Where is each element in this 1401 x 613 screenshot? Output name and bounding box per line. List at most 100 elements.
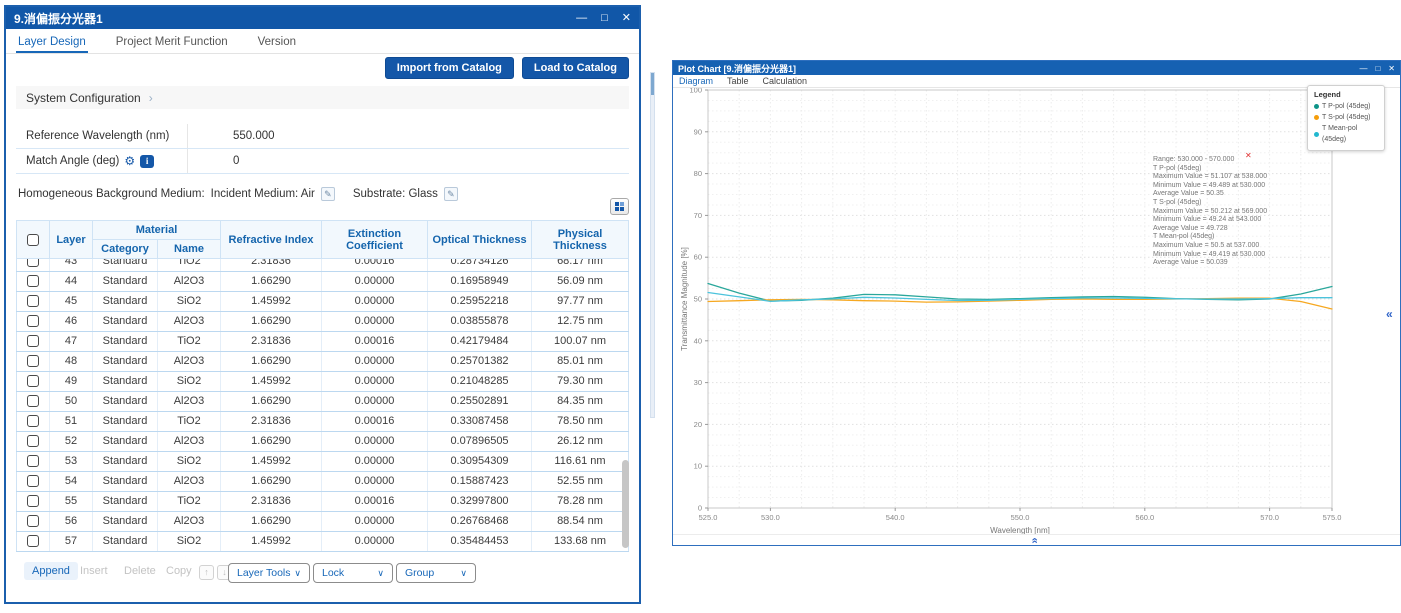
table-cell[interactable]: 78.50 nm: [531, 411, 629, 432]
table-row[interactable]: 53 Standard SiO2 1.45992 0.00000 0.30954309 11…: [16, 451, 629, 472]
table-cell[interactable]: 85.01 nm: [531, 351, 629, 372]
table-cell[interactable]: Standard: [92, 451, 158, 472]
table-cell[interactable]: 0.00000: [321, 291, 428, 312]
table-cell[interactable]: 1.66290: [220, 471, 322, 492]
row-checkbox[interactable]: [27, 259, 39, 267]
row-checkbox[interactable]: [27, 315, 39, 328]
splitter-thumb[interactable]: [651, 73, 654, 95]
lock-dropdown[interactable]: Lock ∨: [313, 563, 393, 583]
row-checkbox[interactable]: [27, 275, 39, 288]
table-row[interactable]: 55 Standard TiO2 2.31836 0.00016 0.32997800 78…: [16, 491, 629, 512]
table-cell[interactable]: 0.03855878: [427, 311, 532, 332]
table-row[interactable]: 47 Standard TiO2 2.31836 0.00016 0.42179484 10…: [16, 331, 629, 352]
table-cell[interactable]: Al2O3: [157, 311, 221, 332]
plot-window-titlebar[interactable]: Plot Chart [9.消偏振分光器1] — □ ✕: [673, 61, 1400, 75]
table-cell[interactable]: 54: [49, 471, 93, 492]
table-cell[interactable]: 0.00000: [321, 511, 428, 532]
table-cell[interactable]: Standard: [92, 471, 158, 492]
table-cell[interactable]: 0.00000: [321, 351, 428, 372]
maximize-icon[interactable]: □: [1375, 64, 1380, 73]
table-row[interactable]: 54 Standard Al2O3 1.66290 0.00000 0.15887423 5…: [16, 471, 629, 492]
move-up-button[interactable]: ↑: [199, 565, 214, 580]
table-cell[interactable]: 0.25502891: [427, 391, 532, 412]
table-cell[interactable]: 0.00000: [321, 531, 428, 552]
table-cell[interactable]: 0.33087458: [427, 411, 532, 432]
table-cell[interactable]: 12.75 nm: [531, 311, 629, 332]
table-cell[interactable]: 1.45992: [220, 531, 322, 552]
table-cell[interactable]: 0.00000: [321, 371, 428, 392]
table-cell[interactable]: 0.15887423: [427, 471, 532, 492]
table-cell[interactable]: 2.31836: [220, 411, 322, 432]
table-cell[interactable]: 84.35 nm: [531, 391, 629, 412]
table-cell[interactable]: 56: [49, 511, 93, 532]
header-select-all[interactable]: [16, 220, 50, 259]
row-checkbox[interactable]: [27, 355, 39, 368]
panel-splitter[interactable]: [650, 72, 655, 418]
table-cell[interactable]: 0.00000: [321, 471, 428, 492]
table-cell[interactable]: 53: [49, 451, 93, 472]
table-cell[interactable]: 26.12 nm: [531, 431, 629, 452]
tab-project-merit-function[interactable]: Project Merit Function: [114, 32, 230, 53]
table-cell[interactable]: SiO2: [157, 531, 221, 552]
table-cell[interactable]: 0.26768468: [427, 511, 532, 532]
table-cell[interactable]: Standard: [92, 311, 158, 332]
table-cell[interactable]: 48: [49, 351, 93, 372]
table-cell[interactable]: SiO2: [157, 291, 221, 312]
table-cell[interactable]: Al2O3: [157, 471, 221, 492]
table-cell[interactable]: Standard: [92, 271, 158, 292]
left-window-titlebar[interactable]: 9.消偏振分光器1 — □ ✕: [6, 7, 639, 29]
table-row[interactable]: 46 Standard Al2O3 1.66290 0.00000 0.03855878 1…: [16, 311, 629, 332]
table-cell[interactable]: 0.21048285: [427, 371, 532, 392]
table-cell[interactable]: 0.07896505: [427, 431, 532, 452]
table-cell[interactable]: 0.00000: [321, 271, 428, 292]
table-cell[interactable]: 116.61 nm: [531, 451, 629, 472]
table-row[interactable]: 51 Standard TiO2 2.31836 0.00016 0.33087458 78…: [16, 411, 629, 432]
system-configuration-header[interactable]: System Configuration ›: [16, 86, 629, 109]
table-cell[interactable]: 2.31836: [220, 491, 322, 512]
table-cell[interactable]: 51: [49, 411, 93, 432]
table-cell[interactable]: 45: [49, 291, 93, 312]
table-cell[interactable]: 100.07 nm: [531, 331, 629, 352]
select-all-checkbox[interactable]: [27, 233, 39, 246]
table-cell[interactable]: Al2O3: [157, 351, 221, 372]
edit-substrate-icon[interactable]: ✎: [443, 187, 458, 201]
table-scrollbar-thumb[interactable]: [622, 460, 629, 548]
minimize-icon[interactable]: —: [1359, 64, 1367, 73]
table-cell[interactable]: 97.77 nm: [531, 291, 629, 312]
table-cell[interactable]: TiO2: [157, 411, 221, 432]
row-checkbox[interactable]: [27, 495, 39, 508]
edit-incident-medium-icon[interactable]: ✎: [320, 187, 335, 201]
table-cell[interactable]: 0.00016: [321, 491, 428, 512]
tab-table[interactable]: Table: [727, 76, 749, 86]
table-cell[interactable]: Standard: [92, 491, 158, 512]
table-cell[interactable]: 52.55 nm: [531, 471, 629, 492]
table-cell[interactable]: 0.28734126: [427, 259, 532, 272]
table-cell[interactable]: Al2O3: [157, 511, 221, 532]
table-cell[interactable]: 52: [49, 431, 93, 452]
table-cell[interactable]: 0.25952218: [427, 291, 532, 312]
table-cell[interactable]: Standard: [92, 411, 158, 432]
table-cell[interactable]: 1.45992: [220, 291, 322, 312]
table-cell[interactable]: 0.42179484: [427, 331, 532, 352]
table-cell[interactable]: 50: [49, 391, 93, 412]
table-cell[interactable]: Standard: [92, 291, 158, 312]
table-cell[interactable]: SiO2: [157, 371, 221, 392]
table-row[interactable]: 44 Standard Al2O3 1.66290 0.00000 0.16958949 5…: [16, 271, 629, 292]
table-cell[interactable]: 56.09 nm: [531, 271, 629, 292]
table-cell[interactable]: 0.16958949: [427, 271, 532, 292]
table-cell[interactable]: 0.35484453: [427, 531, 532, 552]
gear-icon[interactable]: ⚙: [124, 154, 135, 168]
table-cell[interactable]: Standard: [92, 331, 158, 352]
table-row[interactable]: 45 Standard SiO2 1.45992 0.00000 0.25952218 97…: [16, 291, 629, 312]
tab-version[interactable]: Version: [256, 32, 298, 53]
close-icon[interactable]: ✕: [1388, 64, 1395, 73]
table-cell[interactable]: 57: [49, 531, 93, 552]
table-cell[interactable]: SiO2: [157, 451, 221, 472]
tab-layer-design[interactable]: Layer Design: [16, 32, 88, 53]
table-cell[interactable]: TiO2: [157, 259, 221, 272]
table-cell[interactable]: 1.66290: [220, 431, 322, 452]
table-cell[interactable]: Standard: [92, 391, 158, 412]
table-cell[interactable]: 0.00016: [321, 411, 428, 432]
expand-bottom-panel-icon[interactable]: «: [1029, 537, 1041, 543]
row-checkbox[interactable]: [27, 375, 39, 388]
